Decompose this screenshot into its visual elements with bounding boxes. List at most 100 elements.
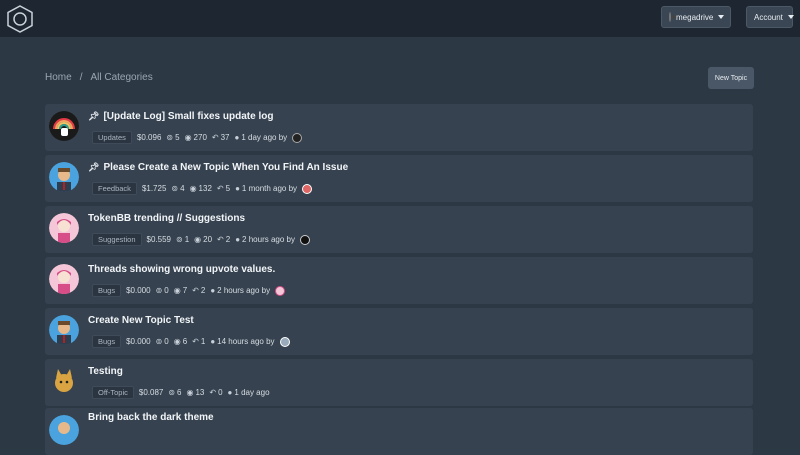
topic-title-text: TokenBB trending // Suggestions bbox=[88, 213, 246, 224]
clock-icon: ● bbox=[235, 184, 240, 193]
avatar bbox=[49, 315, 79, 345]
votes-count: 4 bbox=[180, 184, 185, 193]
clock-icon: ● bbox=[210, 337, 216, 346]
replies-count: 2 bbox=[225, 235, 231, 244]
new-topic-button[interactable]: New Topic bbox=[708, 67, 754, 89]
eye-icon: ◉ bbox=[173, 286, 181, 295]
author-avatar[interactable] bbox=[275, 285, 286, 296]
upvote-icon: ⊚ bbox=[176, 235, 183, 244]
topic-title[interactable]: Create New Topic Test bbox=[88, 315, 194, 326]
breadcrumb-separator: / bbox=[79, 72, 83, 83]
upvote-icon: ⊚ bbox=[155, 286, 163, 295]
replies-count: 5 bbox=[225, 184, 231, 193]
clock-icon: ● bbox=[234, 133, 240, 142]
topic-row[interactable]: 📌︎ Please Create a New Topic When You Fi… bbox=[45, 155, 753, 202]
logo-icon[interactable] bbox=[5, 4, 35, 34]
views-count: 132 bbox=[198, 184, 212, 193]
topic-meta: Bugs $0.000 ⊚ 0 ◉ 7 ↶ 2 ● 2 hours ago by bbox=[92, 284, 286, 297]
clock-icon: ● bbox=[227, 388, 233, 397]
payout-value: $1.725 bbox=[141, 184, 167, 193]
topic-meta: Suggestion $0.559 ⊚ 1 ◉ 20 ↶ 2 ● 2 hours ago… bbox=[92, 233, 310, 246]
payout-value: $0.559 bbox=[146, 235, 171, 244]
user-menu-button[interactable]: megadrive bbox=[661, 6, 731, 28]
avatar bbox=[49, 111, 79, 141]
breadcrumb-current[interactable]: All Categories bbox=[90, 72, 152, 83]
eye-icon: ◉ bbox=[194, 235, 202, 244]
user-menu-label: megadrive bbox=[676, 12, 714, 22]
avatar bbox=[49, 213, 79, 243]
category-badge[interactable]: Updates bbox=[92, 131, 132, 144]
reply-icon: ↶ bbox=[192, 337, 199, 346]
category-badge[interactable]: Off-Topic bbox=[92, 386, 134, 399]
replies-count: 1 bbox=[200, 337, 206, 346]
topic-title-text: Please Create a New Topic When You Find … bbox=[103, 162, 349, 173]
time-ago: 2 hours ago by bbox=[242, 235, 295, 244]
votes-count: 0 bbox=[164, 286, 169, 295]
avatar bbox=[49, 264, 79, 294]
time-ago: 2 hours ago by bbox=[217, 286, 271, 295]
replies-count: 2 bbox=[200, 286, 206, 295]
votes-count: 1 bbox=[184, 235, 190, 244]
time-ago: 1 day ago by bbox=[241, 133, 288, 142]
topic-meta: Feedback $1.725 ⊚ 4 ◉ 132 ↶ 5 ● 1 month ago … bbox=[92, 182, 313, 195]
payout-value: $0.087 bbox=[138, 388, 164, 397]
time-ago: 1 month ago by bbox=[241, 184, 298, 193]
topic-title-text: Threads showing wrong upvote values. bbox=[88, 264, 276, 275]
topic-title[interactable]: 📌︎ Please Create a New Topic When You Fi… bbox=[88, 162, 348, 173]
views-count: 6 bbox=[182, 337, 188, 346]
category-badge[interactable]: Bugs bbox=[92, 335, 122, 348]
pin-icon: 📌︎ bbox=[88, 111, 100, 121]
clock-icon: ● bbox=[210, 286, 216, 295]
avatar bbox=[49, 366, 79, 396]
chevron-down-icon bbox=[718, 15, 725, 19]
reply-icon: ↶ bbox=[216, 184, 224, 193]
topic-title-text: [Update Log] Small fixes update log bbox=[103, 111, 274, 122]
category-badge[interactable]: Suggestion bbox=[92, 233, 142, 246]
votes-count: 0 bbox=[164, 337, 169, 346]
author-avatar[interactable] bbox=[302, 183, 313, 194]
eye-icon: ◉ bbox=[173, 337, 181, 346]
reply-icon: ↶ bbox=[217, 235, 224, 244]
topic-row[interactable]: Testing Off-Topic $0.087 ⊚ 6 ◉ 13 ↶ 0 ● 1 da… bbox=[45, 359, 753, 406]
time-ago: 1 day ago bbox=[234, 388, 270, 397]
topic-row[interactable]: 📌︎ [Update Log] Small fixes update log U… bbox=[45, 104, 753, 151]
pin-icon: 📌︎ bbox=[88, 162, 100, 172]
top-navbar: megadrive Account bbox=[0, 0, 800, 37]
topic-title[interactable]: TokenBB trending // Suggestions bbox=[88, 213, 245, 224]
replies-count: 37 bbox=[220, 133, 230, 142]
avatar bbox=[49, 162, 79, 192]
topic-row[interactable]: Threads showing wrong upvote values. Bug… bbox=[45, 257, 753, 304]
author-avatar[interactable] bbox=[292, 132, 303, 143]
category-badge[interactable]: Feedback bbox=[92, 182, 137, 195]
eye-icon: ◉ bbox=[184, 133, 192, 142]
author-avatar[interactable] bbox=[299, 234, 310, 245]
clock-icon: ● bbox=[235, 235, 241, 244]
breadcrumb: Home / All Categories bbox=[45, 72, 153, 83]
replies-count: 0 bbox=[218, 388, 223, 397]
topic-title[interactable]: Testing bbox=[88, 366, 123, 377]
topic-meta: Bugs $0.000 ⊚ 0 ◉ 6 ↶ 1 ● 14 hours ago by bbox=[92, 335, 290, 348]
topic-title[interactable]: Bring back the dark theme bbox=[88, 412, 214, 423]
payout-value: $0.000 bbox=[126, 286, 151, 295]
topic-row[interactable]: Bring back the dark theme bbox=[45, 408, 753, 455]
breadcrumb-home-link[interactable]: Home bbox=[45, 72, 72, 83]
topic-row[interactable]: Create New Topic Test Bugs $0.000 ⊚ 0 ◉ 6 … bbox=[45, 308, 753, 355]
topic-title[interactable]: Threads showing wrong upvote values. bbox=[88, 264, 275, 275]
views-count: 7 bbox=[182, 286, 188, 295]
upvote-icon: ⊚ bbox=[166, 133, 174, 142]
user-avatar-icon bbox=[669, 12, 676, 22]
topic-row[interactable]: TokenBB trending // Suggestions Suggesti… bbox=[45, 206, 753, 253]
payout-value: $0.096 bbox=[136, 133, 162, 142]
author-avatar[interactable] bbox=[279, 336, 290, 347]
time-ago: 14 hours ago by bbox=[217, 337, 275, 346]
eye-icon: ◉ bbox=[189, 184, 197, 193]
topic-title[interactable]: 📌︎ [Update Log] Small fixes update log bbox=[88, 111, 273, 122]
chevron-down-icon bbox=[787, 15, 794, 19]
votes-count: 5 bbox=[175, 133, 180, 142]
account-menu-button[interactable]: Account bbox=[746, 6, 794, 28]
upvote-icon: ⊚ bbox=[155, 337, 163, 346]
topic-title-text: Bring back the dark theme bbox=[88, 412, 214, 423]
topic-meta: Off-Topic $0.087 ⊚ 6 ◉ 13 ↶ 0 ● 1 day ago bbox=[92, 386, 270, 399]
category-badge[interactable]: Bugs bbox=[92, 284, 122, 297]
upvote-icon: ⊚ bbox=[171, 184, 179, 193]
